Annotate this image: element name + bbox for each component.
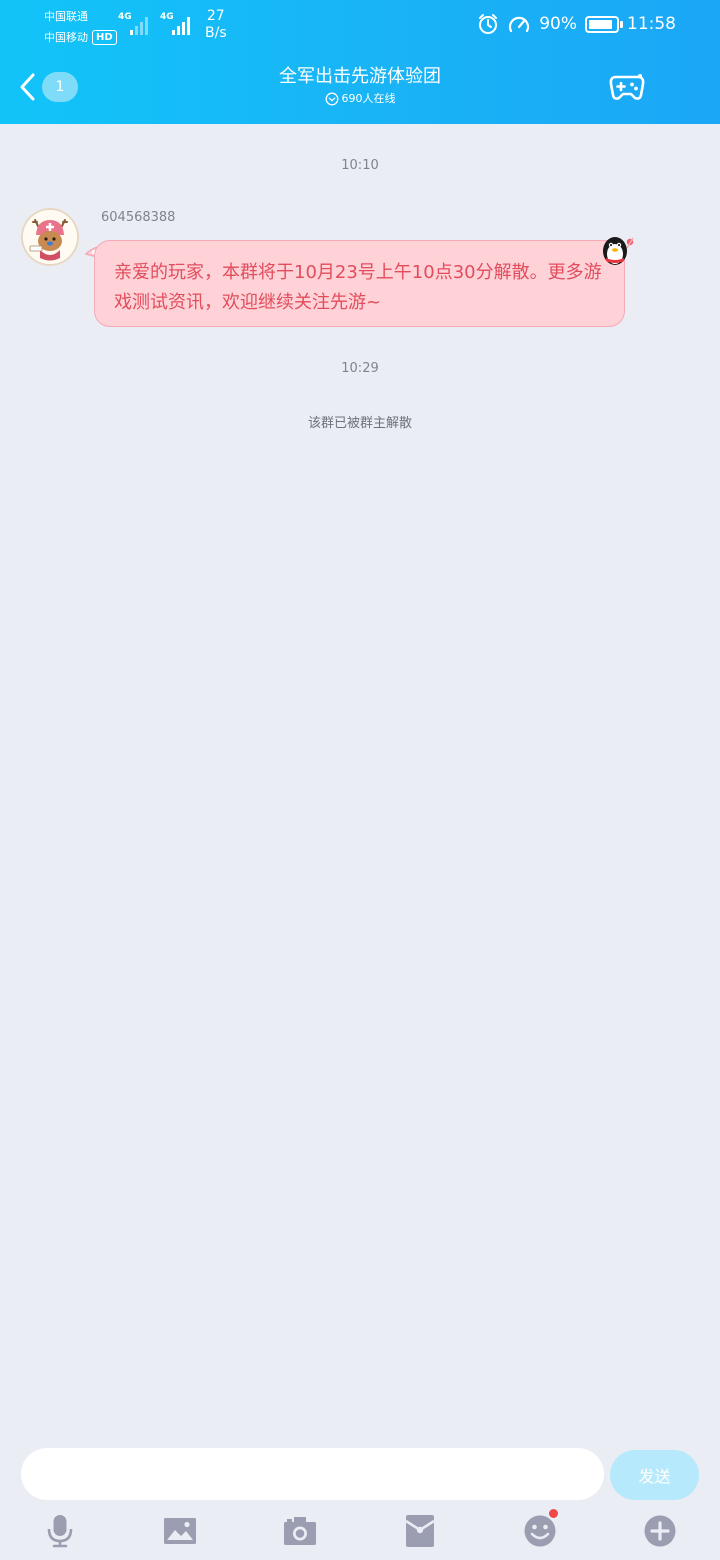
sender-name[interactable]: 604568388 xyxy=(101,210,175,225)
voice-button[interactable] xyxy=(40,1512,80,1550)
carrier-2-label: 中国移动 xyxy=(44,31,88,44)
camera-icon xyxy=(284,1517,316,1545)
message-timestamp: 10:29 xyxy=(341,361,379,376)
plus-icon xyxy=(644,1515,676,1547)
message-text: 亲爱的玩家，本群将于10月23号上午10点30分解散。更多游戏测试资讯，欢迎继续… xyxy=(114,262,602,313)
emoji-icon xyxy=(524,1515,556,1547)
unread-count-badge: 1 xyxy=(42,72,78,102)
input-toolbar xyxy=(0,1508,720,1554)
status-right: 90% 11:58 xyxy=(477,13,676,35)
red-packet-button[interactable] xyxy=(400,1512,440,1550)
image-icon xyxy=(164,1518,196,1544)
chat-screen: 中国联通 中国移动 HD 4G 4G 27 B/s 90% 11:58 1 全军… xyxy=(0,0,720,1560)
battery-percent: 90% xyxy=(539,14,577,34)
emoji-button[interactable] xyxy=(520,1509,560,1550)
gamepad-icon xyxy=(609,74,645,100)
penguin-bubble-decoration-icon xyxy=(603,237,634,265)
back-button[interactable]: 1 xyxy=(18,70,88,104)
camera-button[interactable] xyxy=(280,1512,320,1550)
hd-badge: HD xyxy=(92,30,117,45)
online-count: 690人在线 xyxy=(341,92,396,105)
chevron-left-icon xyxy=(20,73,35,101)
title-block[interactable]: 全军出击先游体验团 690人在线 xyxy=(160,64,560,107)
game-center-button[interactable] xyxy=(608,72,646,102)
message-timestamp: 10:10 xyxy=(341,158,379,173)
avatar-image xyxy=(23,210,77,264)
carrier-1-label: 中国联通 xyxy=(44,10,88,23)
speedometer-icon xyxy=(509,16,530,33)
battery-fill xyxy=(589,19,613,29)
signal-bars-2-icon xyxy=(172,17,190,35)
message-bubble[interactable]: 亲爱的玩家，本群将于10月23号上午10点30分解散。更多游戏测试资讯，欢迎继续… xyxy=(94,240,625,327)
photo-button[interactable] xyxy=(160,1512,200,1550)
send-button[interactable]: 发送 xyxy=(610,1450,699,1500)
carrier-info: 中国联通 中国移动 HD xyxy=(44,6,117,48)
battery-icon xyxy=(585,15,623,33)
sender-avatar[interactable] xyxy=(21,208,79,266)
alarm-icon xyxy=(479,14,498,34)
message-input[interactable] xyxy=(21,1448,604,1500)
red-packet-icon xyxy=(405,1515,435,1547)
signal-2: 4G xyxy=(160,12,194,36)
system-notice: 该群已被群主解散 xyxy=(307,416,412,431)
status-time: 11:58 xyxy=(627,14,676,34)
network-speed: 27 B/s xyxy=(205,8,227,42)
online-check-icon xyxy=(325,92,338,106)
online-status: 690人在线 xyxy=(160,91,560,107)
header: 中国联通 中国移动 HD 4G 4G 27 B/s 90% 11:58 1 全军… xyxy=(0,0,720,124)
signal-indicators: 4G 4G xyxy=(118,12,194,36)
group-title: 全军出击先游体验团 xyxy=(279,66,441,87)
microphone-icon xyxy=(47,1515,73,1548)
more-button[interactable] xyxy=(640,1512,680,1550)
emoji-notification-dot xyxy=(549,1509,558,1518)
network-speed-unit: B/s xyxy=(205,25,227,41)
signal-bars-1-icon xyxy=(130,17,148,35)
signal-1: 4G xyxy=(118,12,152,36)
network-speed-value: 27 xyxy=(206,8,225,24)
